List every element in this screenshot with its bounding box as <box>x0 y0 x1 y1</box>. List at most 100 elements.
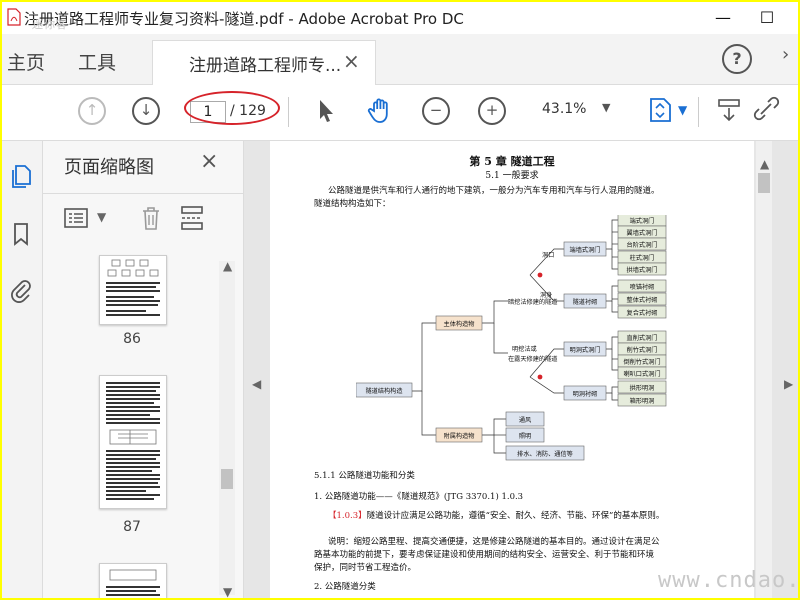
watermark-bottom-right: www.cndao.com <box>658 568 798 593</box>
list-item: 2. 公路隧道分类 <box>314 582 376 592</box>
diagram-aux-structure: 附属构造物 <box>444 432 475 440</box>
diagram-lining: 隧道衬砌 <box>573 298 598 306</box>
diagram-leaf: 直削式洞门 <box>627 334 658 342</box>
select-cursor-icon[interactable] <box>310 95 340 125</box>
toolbar-divider <box>698 97 699 127</box>
intro-paragraph-continued: 隧道结构构造如下： <box>314 199 391 209</box>
page-thumbnails-icon[interactable] <box>8 163 34 189</box>
diagram-aux-item: 照明 <box>519 433 531 440</box>
fit-page-dropdown-icon[interactable]: ▼ <box>678 103 687 117</box>
tunnel-structure-diagram: 隧道结构构造 主体构造物 附属构造物 暗挖法修建的隧道 明挖法或 在露天修建的隧… <box>356 215 667 461</box>
acrobat-window: 注册道路工程师专业复习资料-隧道.pdf - Adobe Acrobat Pro… <box>2 2 798 598</box>
thumbnail-page-number: 86 <box>123 331 141 347</box>
diagram-mined-tunnel: 暗挖法修建的隧道 <box>508 298 558 306</box>
intro-paragraph: 公路隧道是供汽车和行人通行的地下建筑，一般分为汽车专用和汽车与行人混用的隧道。 <box>328 186 660 196</box>
diagram-leaf: 箱形明洞 <box>630 397 655 405</box>
fit-page-icon[interactable] <box>646 95 676 125</box>
delete-page-icon[interactable] <box>139 204 163 232</box>
diagram-leaf: 喇叭口式洞门 <box>623 370 660 378</box>
toolbar-divider <box>288 97 289 127</box>
insert-page-icon[interactable] <box>179 204 205 232</box>
page-thumbnail[interactable] <box>99 255 167 325</box>
list-item: 1. 公路隧道功能——《隧道规范》(JTG 3370.1) 1.0.3 <box>314 492 524 502</box>
scroll-mode-icon[interactable] <box>714 95 744 125</box>
title-bar: 注册道路工程师专业复习资料-隧道.pdf - Adobe Acrobat Pro… <box>2 2 798 34</box>
help-button[interactable]: ? <box>722 44 752 74</box>
thumbnail-panel: 页面缩略图 × ▼ 86 87 ▲ ▼ <box>43 141 244 598</box>
link-cloud-icon[interactable] <box>752 95 782 125</box>
document-scrollbar-thumb[interactable] <box>758 173 770 193</box>
tab-close-button[interactable]: × <box>343 49 360 73</box>
thumbnail-preview-88 <box>106 569 160 596</box>
window-title: 注册道路工程师专业复习资料-隧道.pdf - Adobe Acrobat Pro… <box>24 10 464 28</box>
tab-document[interactable]: 注册道路工程师专... × <box>152 40 376 85</box>
watermark-top-left: 迷你客 <box>32 18 68 31</box>
panel-close-button[interactable]: × <box>200 149 218 174</box>
zoom-level-select[interactable]: 43.1% <box>542 101 586 117</box>
diagram-portal-types: 端墙式洞门 <box>570 246 601 254</box>
diagram-body: 洞身 <box>540 291 552 299</box>
tab-document-label: 注册道路工程师专... <box>189 56 342 76</box>
thumbnail-scrollbar[interactable] <box>219 261 235 595</box>
thumbnail-page-number: 87 <box>123 519 141 535</box>
diagram-leaf: 台阶式洞门 <box>627 241 658 249</box>
more-tabs-icon[interactable]: › <box>782 44 789 65</box>
zoom-in-button[interactable]: + <box>478 97 506 125</box>
diagram-open-lining: 明洞衬砌 <box>573 390 598 398</box>
panel-toolbar: ▼ <box>43 193 243 242</box>
clause-paragraph: 【1.0.3】隧道设计应满足公路功能，遵循“安全、耐久、经济、节能、环保”的基本… <box>328 510 728 523</box>
toolbar: ↑ ↓ 1 / 129 − + 43.1% ▼ ▼ <box>2 85 798 141</box>
thumbnail-scroll-up-icon[interactable]: ▲ <box>223 259 232 273</box>
acrobat-app-icon <box>7 8 21 26</box>
diagram-portal: 洞口 <box>542 251 554 259</box>
clause-text: 隧道设计应满足公路功能，遵循“安全、耐久、经济、节能、环保”的基本原则。 <box>366 511 665 521</box>
previous-page-button[interactable]: ↑ <box>78 97 106 125</box>
bookmarks-icon[interactable] <box>8 221 34 247</box>
page-thumbnail[interactable] <box>99 563 167 598</box>
zoom-dropdown-chevron-icon[interactable]: ▼ <box>602 101 610 114</box>
diagram-leaf: 柱式洞门 <box>630 254 655 262</box>
note-paragraph-continued: 保护，同时节省工程造价。 <box>314 563 417 573</box>
diagram-root: 隧道结构构造 <box>365 387 402 395</box>
tab-tools[interactable]: 工具 <box>78 48 116 75</box>
diagram-leaf: 削竹式洞门 <box>627 346 658 354</box>
thumbnail-preview-87 <box>106 382 160 500</box>
diagram-leaf: 复合式衬砌 <box>627 309 658 317</box>
note-paragraph-continued: 路基本功能的前提下，要考虑保证建设和使用期间的结构安全、运营安全、利于节能和环境 <box>314 550 655 560</box>
diagram-cut-cover-line2: 在露天修建的隧道 <box>508 355 558 363</box>
hand-tool-icon[interactable] <box>366 95 396 125</box>
diagram-leaf: 整体式衬砌 <box>627 296 658 304</box>
collapse-left-panel-icon[interactable]: ◀ <box>252 377 261 391</box>
document-scrollbar[interactable] <box>756 141 772 598</box>
maximize-button[interactable]: ☐ <box>754 8 780 28</box>
diagram-open-portal: 明洞式洞门 <box>570 346 601 354</box>
collapse-right-panel-icon[interactable]: ▶ <box>784 377 793 391</box>
options-menu-icon[interactable] <box>63 206 93 230</box>
clause-id: 【1.0.3】 <box>328 511 367 521</box>
pdf-page: 第 5 章 隧道工程 5.1 一般要求 公路隧道是供汽车和行人通行的地下建筑，一… <box>270 141 754 598</box>
options-dropdown-icon[interactable]: ▼ <box>97 210 106 224</box>
highlight-annotation-oval <box>184 91 280 125</box>
thumbnail-scroll-down-icon[interactable]: ▼ <box>223 585 232 598</box>
diagram-leaf: 翼墙式洞门 <box>627 229 658 237</box>
diagram-cut-cover-line1: 明挖法或 <box>512 345 537 353</box>
subsection-heading: 5.1.1 公路隧道功能和分类 <box>314 471 415 481</box>
document-scroll-up-icon[interactable]: ▲ <box>760 157 769 171</box>
tab-home[interactable]: 主页 <box>7 48 45 75</box>
diagram-leaf: 倒削竹式洞门 <box>623 358 660 366</box>
minimize-button[interactable]: — <box>710 8 736 28</box>
thumbnail-scrollbar-thumb[interactable] <box>221 469 233 489</box>
diagram-leaf: 拱墙式洞门 <box>627 266 658 274</box>
chapter-title: 第 5 章 隧道工程 <box>469 155 555 168</box>
zoom-out-button[interactable]: − <box>422 97 450 125</box>
tab-bar: 主页 工具 注册道路工程师专... × ? › <box>2 34 798 85</box>
diagram-aux-item: 排水、消防、通信等 <box>517 450 573 458</box>
note-paragraph: 说明：缩短公路里程、提高交通便捷，这是修建公路隧道的基本目的。通过设计在满足公 <box>328 537 660 547</box>
page-thumbnail[interactable] <box>99 375 167 509</box>
attachments-icon[interactable] <box>8 277 34 303</box>
navigation-rail <box>2 141 43 598</box>
diagram-main-structure: 主体构造物 <box>444 320 475 328</box>
diagram-leaf: 端式洞门 <box>630 217 655 225</box>
thumbnail-preview-86 <box>106 259 160 316</box>
next-page-button[interactable]: ↓ <box>132 97 160 125</box>
